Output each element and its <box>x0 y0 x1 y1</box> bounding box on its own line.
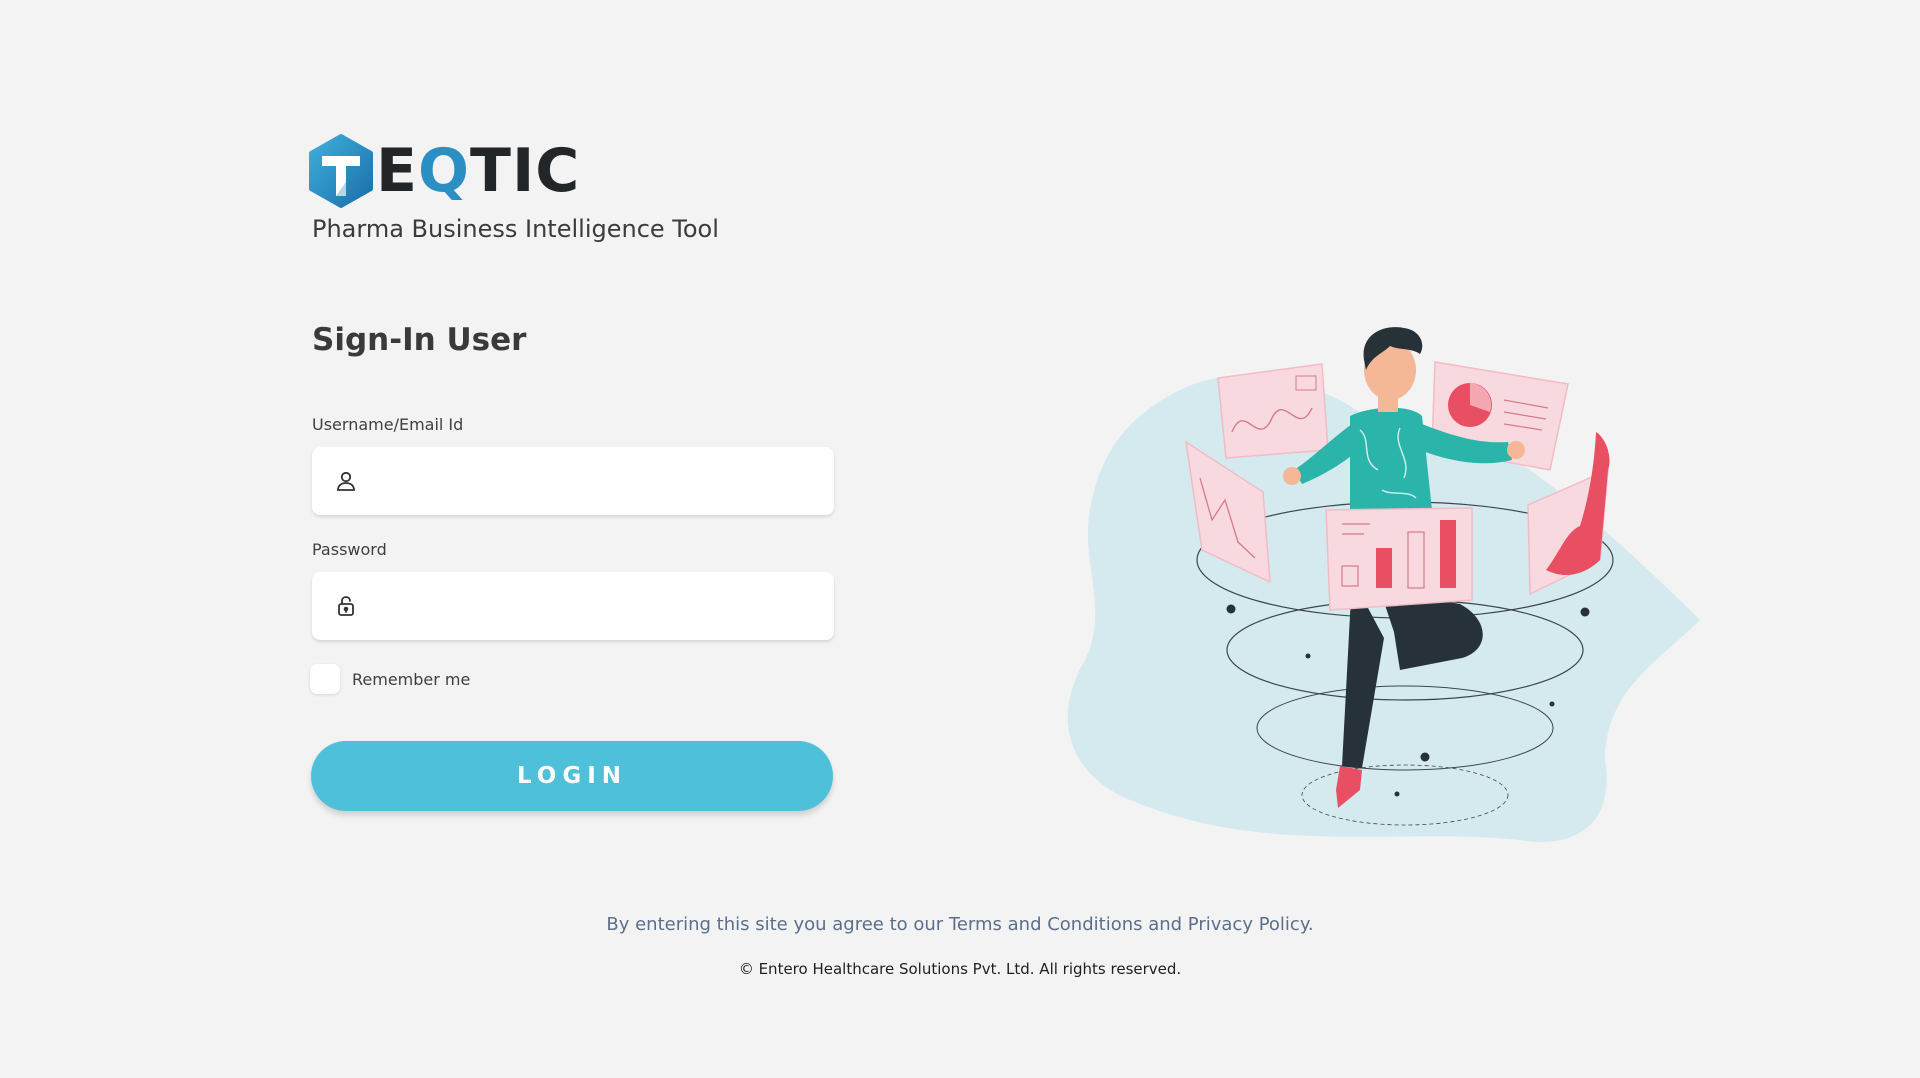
user-icon <box>337 471 355 491</box>
brand-wordmark-e: E <box>376 136 418 206</box>
brand-tagline: Pharma Business Intelligence Tool <box>312 215 719 243</box>
copyright-text: © Entero Healthcare Solutions Pvt. Ltd. … <box>738 960 1182 978</box>
remember-me[interactable]: Remember me <box>310 664 470 694</box>
username-field[interactable] <box>312 446 834 516</box>
brand-wordmark-q: Q <box>418 136 471 206</box>
login-button[interactable]: LOGIN <box>311 741 833 811</box>
brand-wordmark-tic: TIC <box>470 136 581 206</box>
password-label: Password <box>312 540 387 559</box>
remember-me-label[interactable]: Remember me <box>352 670 470 689</box>
brand-wordmark: EQTIC <box>376 141 580 201</box>
brand-logo: EQTIC <box>308 134 580 208</box>
username-input[interactable] <box>372 446 818 516</box>
terms-notice: By entering this site you agree to our T… <box>606 914 1314 935</box>
sign-in-title: Sign-In User <box>312 322 527 358</box>
login-page: EQTIC Pharma Business Intelligence Tool … <box>0 0 1920 1078</box>
remember-me-checkbox[interactable] <box>310 664 340 694</box>
lock-icon <box>338 596 354 616</box>
username-label: Username/Email Id <box>312 415 464 434</box>
password-input[interactable] <box>372 571 818 641</box>
analytics-person-illustration <box>1067 327 1700 842</box>
password-field[interactable] <box>312 571 834 641</box>
hexagon-logo-icon <box>309 134 373 208</box>
